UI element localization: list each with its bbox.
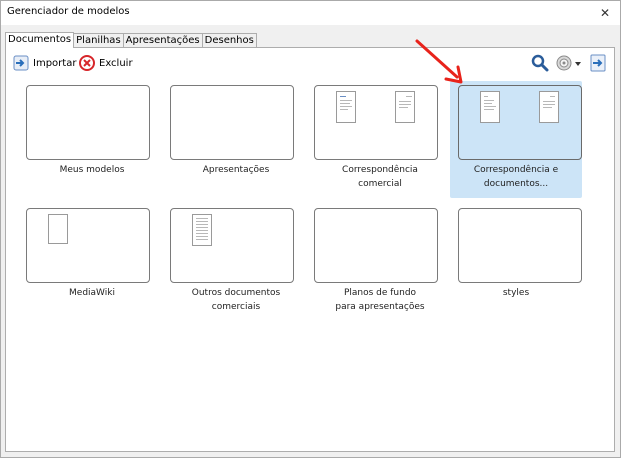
folder-label-line1: Correspondência e xyxy=(473,165,559,175)
templates-panel: Importar Excluir Meus modelos Apresentaç… xyxy=(5,47,615,452)
gear-icon xyxy=(556,55,572,71)
export-button[interactable] xyxy=(590,54,606,75)
settings-button[interactable] xyxy=(555,54,573,75)
delete-label: Excluir xyxy=(99,57,133,69)
folder-thumbnail xyxy=(26,85,150,160)
tab-desenhos[interactable]: Desenhos xyxy=(201,33,257,48)
window-title: Gerenciador de modelos xyxy=(7,6,130,17)
folder-label: Correspondência e documentos... xyxy=(450,163,582,191)
folder-label: Outros documentos comerciais xyxy=(162,286,310,314)
tab-documentos[interactable]: Documentos xyxy=(5,32,75,48)
folder-label-line1: styles xyxy=(502,288,530,298)
template-manager-dialog: Gerenciador de modelos ✕ Documentos Plan… xyxy=(0,0,621,458)
folder-thumbnail xyxy=(26,208,150,283)
dropdown-arrow-icon xyxy=(575,62,581,66)
document-preview xyxy=(480,91,500,123)
tab-planilhas[interactable]: Planilhas xyxy=(73,33,124,48)
document-preview xyxy=(539,91,559,123)
folder-label: Meus modelos xyxy=(18,163,166,177)
import-button[interactable]: Importar xyxy=(13,55,76,71)
category-tabs: Documentos Planilhas Apresentações Desen… xyxy=(5,32,257,48)
folder-label-line2: documentos... xyxy=(483,179,549,189)
folder-label-line1: Outros documentos xyxy=(191,288,281,298)
folder-thumbnail xyxy=(170,85,294,160)
folder-label-line1: Apresentações xyxy=(202,165,270,175)
tab-apresentacoes[interactable]: Apresentações xyxy=(122,33,203,48)
folder-label: MediaWiki xyxy=(18,286,166,300)
search-icon xyxy=(531,54,549,72)
folder-label-line1: Correspondência xyxy=(342,165,418,175)
folder-label: Planos de fundo para apresentações xyxy=(306,286,454,314)
folder-label: styles xyxy=(450,286,582,300)
folder-label-line2: comercial xyxy=(358,179,402,189)
folder-label: Apresentações xyxy=(162,163,310,177)
folder-label-line1: Planos de fundo xyxy=(343,288,417,298)
delete-circle-icon xyxy=(79,55,95,71)
search-button[interactable] xyxy=(531,54,549,75)
close-button[interactable]: ✕ xyxy=(590,1,620,25)
document-preview xyxy=(336,91,356,123)
folder-label: Correspondência comercial xyxy=(306,163,454,191)
title-bar: Gerenciador de modelos ✕ xyxy=(1,1,620,25)
folder-thumbnail xyxy=(458,85,582,160)
folder-label-line2: comerciais xyxy=(211,302,261,312)
folder-label-line2: para apresentações xyxy=(335,302,425,312)
folder-thumbnail xyxy=(458,208,582,283)
import-label: Importar xyxy=(33,57,77,69)
delete-button[interactable]: Excluir xyxy=(79,55,133,71)
document-preview xyxy=(48,214,68,244)
document-preview xyxy=(192,214,212,246)
settings-dropdown[interactable] xyxy=(575,59,581,70)
annotation-arrow-icon xyxy=(415,39,463,84)
import-arrow-icon xyxy=(13,55,29,71)
folder-thumbnail xyxy=(314,208,438,283)
document-preview xyxy=(395,91,415,123)
folder-label-line1: Meus modelos xyxy=(59,165,125,175)
folder-label-line1: MediaWiki xyxy=(69,288,115,298)
folder-thumbnail xyxy=(314,85,438,160)
close-icon: ✕ xyxy=(599,6,611,20)
export-icon xyxy=(590,54,606,72)
folder-thumbnail xyxy=(170,208,294,283)
